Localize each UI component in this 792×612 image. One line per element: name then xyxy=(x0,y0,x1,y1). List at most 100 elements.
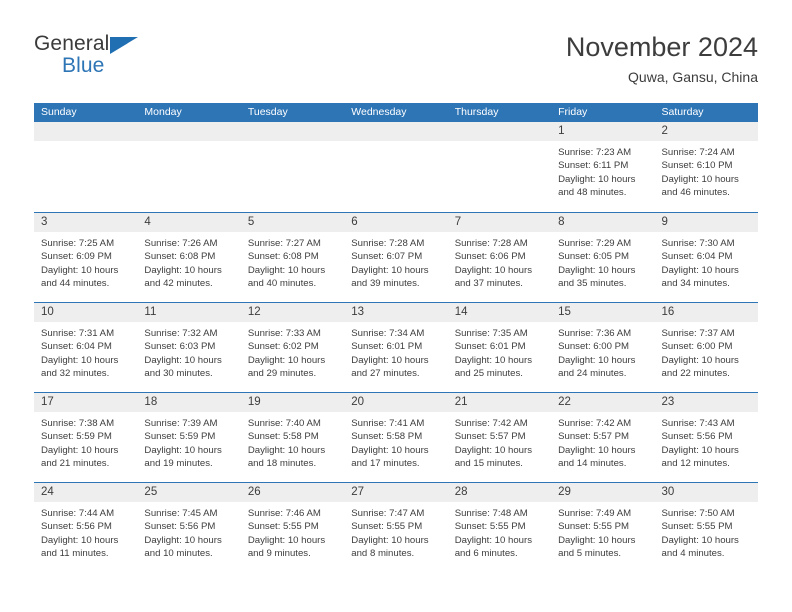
day-number: 17 xyxy=(34,393,138,412)
day-number: 13 xyxy=(344,303,448,322)
detail-sunrise: Sunrise: 7:31 AM xyxy=(41,328,115,339)
day-cell[interactable]: 28 Sunrise: 7:48 AM Sunset: 5:55 PM Dayligh… xyxy=(447,483,552,572)
day-cell[interactable]: 30 Sunrise: 7:50 AM Sunset: 5:55 PM Dayligh… xyxy=(654,483,758,572)
day-cell[interactable]: 2 Sunrise: 7:24 AM Sunset: 6:10 PM Daylight… xyxy=(654,122,758,212)
day-cell[interactable]: 29 Sunrise: 7:49 AM Sunset: 5:55 PM Dayligh… xyxy=(551,483,655,572)
detail-daylight-line2: and 8 minutes. xyxy=(351,548,415,560)
day-number xyxy=(240,122,345,141)
detail-sunset: Sunset: 6:02 PM xyxy=(247,341,319,353)
day-details: Sunrise: 7:30 AM Sunset: 6:04 PM Daylight:… xyxy=(655,232,758,291)
day-number xyxy=(137,122,241,141)
weekday-header-saturday: Saturday xyxy=(661,106,704,118)
day-number xyxy=(344,122,448,141)
detail-sunset: Sunset: 6:01 PM xyxy=(351,341,423,353)
detail-daylight-line2: and 37 minutes. xyxy=(454,278,523,290)
detail-daylight-line2: and 35 minutes. xyxy=(558,278,627,290)
detail-daylight-line1: Daylight: 10 hours xyxy=(454,534,533,546)
day-cell[interactable]: 26 Sunrise: 7:46 AM Sunset: 5:55 PM Dayligh… xyxy=(240,483,345,572)
day-cell[interactable]: 12 Sunrise: 7:33 AM Sunset: 6:02 PM Dayligh… xyxy=(240,303,345,392)
page-header: General Blue November 2024 Quwa, Gansu, … xyxy=(34,30,758,92)
detail-daylight-line1: Daylight: 10 hours xyxy=(661,354,739,366)
day-cell[interactable]: 15 Sunrise: 7:36 AM Sunset: 6:00 PM Dayligh… xyxy=(551,303,655,392)
day-details: Sunrise: 7:25 AM Sunset: 6:09 PM Daylight:… xyxy=(34,232,137,291)
detail-sunrise: Sunrise: 7:33 AM xyxy=(247,328,321,339)
general-blue-logo[interactable]: General Blue xyxy=(34,32,234,88)
detail-sunrise: Sunrise: 7:47 AM xyxy=(351,508,425,519)
detail-daylight-line2: and 40 minutes. xyxy=(247,278,317,290)
day-cell[interactable]: 9 Sunrise: 7:30 AM Sunset: 6:04 PM Daylight… xyxy=(654,213,758,302)
detail-daylight-line2: and 39 minutes. xyxy=(351,278,420,290)
day-cell[interactable]: 27 Sunrise: 7:47 AM Sunset: 5:55 PM Dayligh… xyxy=(344,483,448,572)
day-cell[interactable]: 13 Sunrise: 7:34 AM Sunset: 6:01 PM Dayligh… xyxy=(344,303,448,392)
detail-sunset: Sunset: 6:03 PM xyxy=(144,341,216,353)
day-cell[interactable]: 18 Sunrise: 7:39 AM Sunset: 5:59 PM Dayligh… xyxy=(137,393,241,482)
day-number: 7 xyxy=(447,213,552,232)
day-cell[interactable]: 7 Sunrise: 7:28 AM Sunset: 6:06 PM Daylight… xyxy=(447,213,552,302)
day-cell[interactable]: 10 Sunrise: 7:31 AM Sunset: 6:04 PM Dayligh… xyxy=(34,303,138,392)
detail-daylight-line2: and 21 minutes. xyxy=(41,458,110,470)
day-cell[interactable]: 19 Sunrise: 7:40 AM Sunset: 5:58 PM Dayligh… xyxy=(240,393,345,482)
detail-daylight-line2: and 25 minutes. xyxy=(454,368,523,380)
detail-sunset: Sunset: 6:08 PM xyxy=(144,251,216,263)
day-details: Sunrise: 7:48 AM Sunset: 5:55 PM Daylight:… xyxy=(448,502,551,561)
day-details: Sunrise: 7:27 AM Sunset: 6:08 PM Daylight:… xyxy=(241,232,344,291)
day-number xyxy=(447,122,552,141)
day-cell[interactable]: 21 Sunrise: 7:42 AM Sunset: 5:57 PM Dayligh… xyxy=(447,393,552,482)
day-cell[interactable]: 14 Sunrise: 7:35 AM Sunset: 6:01 PM Dayligh… xyxy=(447,303,552,392)
detail-daylight-line2: and 44 minutes. xyxy=(41,278,110,290)
detail-daylight-line1: Daylight: 10 hours xyxy=(351,534,429,546)
day-number xyxy=(34,122,138,141)
weekday-header-tuesday: Tuesday xyxy=(247,106,288,118)
detail-daylight-line2: and 34 minutes. xyxy=(661,278,730,290)
day-number: 3 xyxy=(34,213,138,232)
detail-sunset: Sunset: 5:55 PM xyxy=(558,521,630,533)
detail-daylight-line1: Daylight: 10 hours xyxy=(247,444,326,456)
day-number: 4 xyxy=(137,213,241,232)
detail-daylight-line2: and 29 minutes. xyxy=(247,368,317,380)
week-row: 10 Sunrise: 7:31 AM Sunset: 6:04 PM Dayligh… xyxy=(34,302,758,392)
day-cell[interactable]: 17 Sunrise: 7:38 AM Sunset: 5:59 PM Dayligh… xyxy=(34,393,138,482)
detail-sunrise: Sunrise: 7:24 AM xyxy=(661,147,735,158)
day-cell[interactable]: 3 Sunrise: 7:25 AM Sunset: 6:09 PM Daylight… xyxy=(34,213,138,302)
day-cell-empty xyxy=(447,122,552,212)
detail-daylight-line1: Daylight: 10 hours xyxy=(661,444,739,456)
day-cell[interactable]: 11 Sunrise: 7:32 AM Sunset: 6:03 PM Dayligh… xyxy=(137,303,241,392)
day-details: Sunrise: 7:23 AM Sunset: 6:11 PM Daylight:… xyxy=(551,141,654,200)
weekday-header-sunday: Sunday xyxy=(41,106,77,118)
detail-sunrise: Sunrise: 7:44 AM xyxy=(41,508,115,519)
day-number: 30 xyxy=(654,483,758,502)
detail-daylight-line2: and 10 minutes. xyxy=(144,548,213,560)
day-cell[interactable]: 1 Sunrise: 7:23 AM Sunset: 6:11 PM Daylight… xyxy=(551,122,655,212)
day-details: Sunrise: 7:42 AM Sunset: 5:57 PM Daylight:… xyxy=(448,412,551,471)
day-cell[interactable]: 16 Sunrise: 7:37 AM Sunset: 6:00 PM Dayligh… xyxy=(654,303,758,392)
day-cell[interactable]: 5 Sunrise: 7:27 AM Sunset: 6:08 PM Daylight… xyxy=(240,213,345,302)
day-cell[interactable]: 6 Sunrise: 7:28 AM Sunset: 6:07 PM Daylight… xyxy=(344,213,448,302)
detail-daylight-line2: and 5 minutes. xyxy=(558,548,622,560)
day-cell[interactable]: 8 Sunrise: 7:29 AM Sunset: 6:05 PM Daylight… xyxy=(551,213,655,302)
detail-sunrise: Sunrise: 7:30 AM xyxy=(661,238,735,249)
detail-sunset: Sunset: 6:04 PM xyxy=(41,341,112,353)
detail-sunrise: Sunrise: 7:40 AM xyxy=(247,418,321,429)
day-cell[interactable]: 20 Sunrise: 7:41 AM Sunset: 5:58 PM Dayligh… xyxy=(344,393,448,482)
day-details: Sunrise: 7:24 AM Sunset: 6:10 PM Daylight:… xyxy=(655,141,758,200)
day-details: Sunrise: 7:28 AM Sunset: 6:07 PM Daylight:… xyxy=(344,232,447,291)
detail-sunrise: Sunrise: 7:45 AM xyxy=(144,508,218,519)
day-number: 6 xyxy=(344,213,448,232)
detail-daylight-line1: Daylight: 10 hours xyxy=(558,444,636,456)
detail-daylight-line2: and 42 minutes. xyxy=(144,278,213,290)
day-details: Sunrise: 7:46 AM Sunset: 5:55 PM Daylight:… xyxy=(241,502,344,561)
day-cell[interactable]: 23 Sunrise: 7:43 AM Sunset: 5:56 PM Dayligh… xyxy=(654,393,758,482)
day-details: Sunrise: 7:49 AM Sunset: 5:55 PM Daylight:… xyxy=(551,502,654,561)
day-cell[interactable]: 24 Sunrise: 7:44 AM Sunset: 5:56 PM Dayligh… xyxy=(34,483,138,572)
day-details: Sunrise: 7:28 AM Sunset: 6:06 PM Daylight:… xyxy=(448,232,551,291)
day-cell[interactable]: 22 Sunrise: 7:42 AM Sunset: 5:57 PM Dayligh… xyxy=(551,393,655,482)
day-number: 20 xyxy=(344,393,448,412)
detail-sunrise: Sunrise: 7:49 AM xyxy=(558,508,632,519)
detail-sunset: Sunset: 6:06 PM xyxy=(454,251,526,263)
day-cell[interactable]: 4 Sunrise: 7:26 AM Sunset: 6:08 PM Daylight… xyxy=(137,213,241,302)
calendar-page: General Blue November 2024 Quwa, Gansu, … xyxy=(0,0,792,612)
day-cell[interactable]: 25 Sunrise: 7:45 AM Sunset: 5:56 PM Dayligh… xyxy=(137,483,241,572)
day-details: Sunrise: 7:34 AM Sunset: 6:01 PM Daylight:… xyxy=(344,322,447,381)
day-details xyxy=(344,141,447,146)
day-details xyxy=(34,141,137,146)
